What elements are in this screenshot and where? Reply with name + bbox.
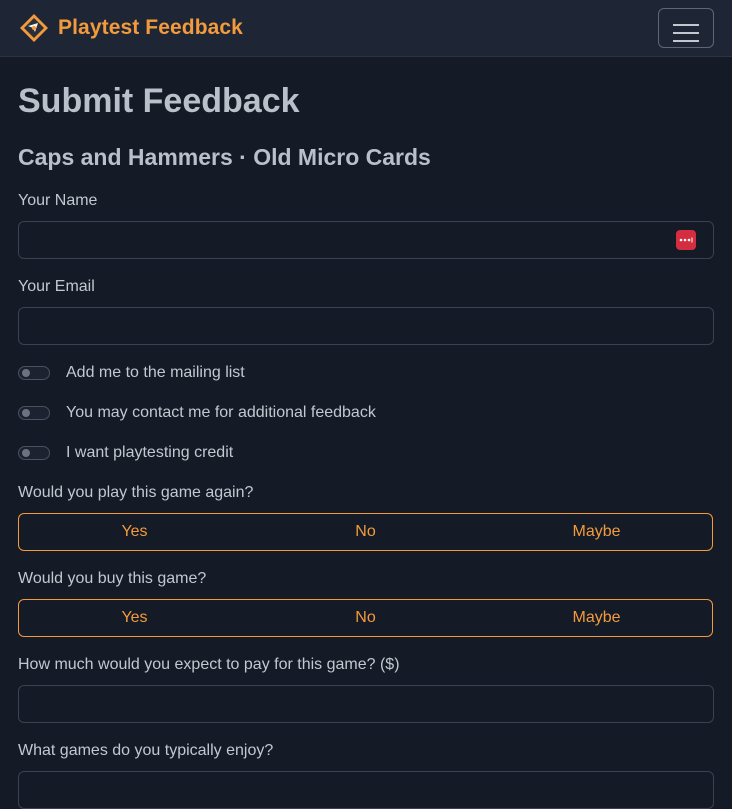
mailing-list-switch-row[interactable]: Add me to the mailing list — [18, 363, 714, 383]
games-label: What games do you typically enjoy? — [18, 742, 274, 759]
play-again-yes-button[interactable]: Yes — [19, 514, 250, 550]
contact-label: You may contact me for additional feedba… — [66, 404, 376, 421]
password-dots-icon — [679, 237, 693, 243]
contact-switch-row[interactable]: You may contact me for additional feedba… — [18, 403, 714, 423]
name-input[interactable] — [18, 221, 714, 259]
credit-switch-row[interactable]: I want playtesting credit — [18, 443, 714, 463]
credit-label: I want playtesting credit — [66, 444, 234, 461]
price-input[interactable] — [18, 685, 714, 723]
games-input[interactable] — [18, 771, 714, 809]
buy-maybe-button[interactable]: Maybe — [481, 600, 712, 636]
password-manager-icon[interactable] — [676, 230, 696, 250]
game-subtitle: Caps and Hammers · Old Micro Cards — [18, 144, 431, 170]
email-label: Your Email — [18, 278, 95, 295]
brand-title: Playtest Feedback — [58, 16, 243, 39]
main-content: Submit Feedback Caps and Hammers · Old M… — [18, 57, 714, 809]
credit-switch[interactable] — [18, 446, 50, 460]
play-again-maybe-button[interactable]: Maybe — [481, 514, 712, 550]
name-label: Your Name — [18, 192, 98, 209]
email-input[interactable] — [18, 307, 714, 345]
play-again-no-button[interactable]: No — [250, 514, 481, 550]
mailing-list-label: Add me to the mailing list — [66, 364, 245, 381]
name-field-wrapper — [18, 221, 714, 259]
switch-knob — [22, 409, 30, 417]
price-label: How much would you expect to pay for thi… — [18, 656, 400, 673]
buy-label: Would you buy this game? — [18, 570, 207, 587]
buy-no-button[interactable]: No — [250, 600, 481, 636]
page-title: Submit Feedback — [18, 82, 300, 120]
switch-knob — [22, 449, 30, 457]
play-again-button-group: Yes No Maybe — [18, 513, 713, 551]
hamburger-menu-icon — [673, 23, 699, 42]
buy-yes-button[interactable]: Yes — [19, 600, 250, 636]
switch-knob — [22, 369, 30, 377]
menu-toggle-button[interactable] — [658, 8, 714, 48]
buy-button-group: Yes No Maybe — [18, 599, 713, 637]
contact-switch[interactable] — [18, 406, 50, 420]
brand-link[interactable]: Playtest Feedback — [19, 12, 243, 44]
play-again-label: Would you play this game again? — [18, 484, 254, 501]
navbar: Playtest Feedback — [0, 0, 732, 57]
brand-logo-icon — [20, 14, 48, 42]
mailing-list-switch[interactable] — [18, 366, 50, 380]
